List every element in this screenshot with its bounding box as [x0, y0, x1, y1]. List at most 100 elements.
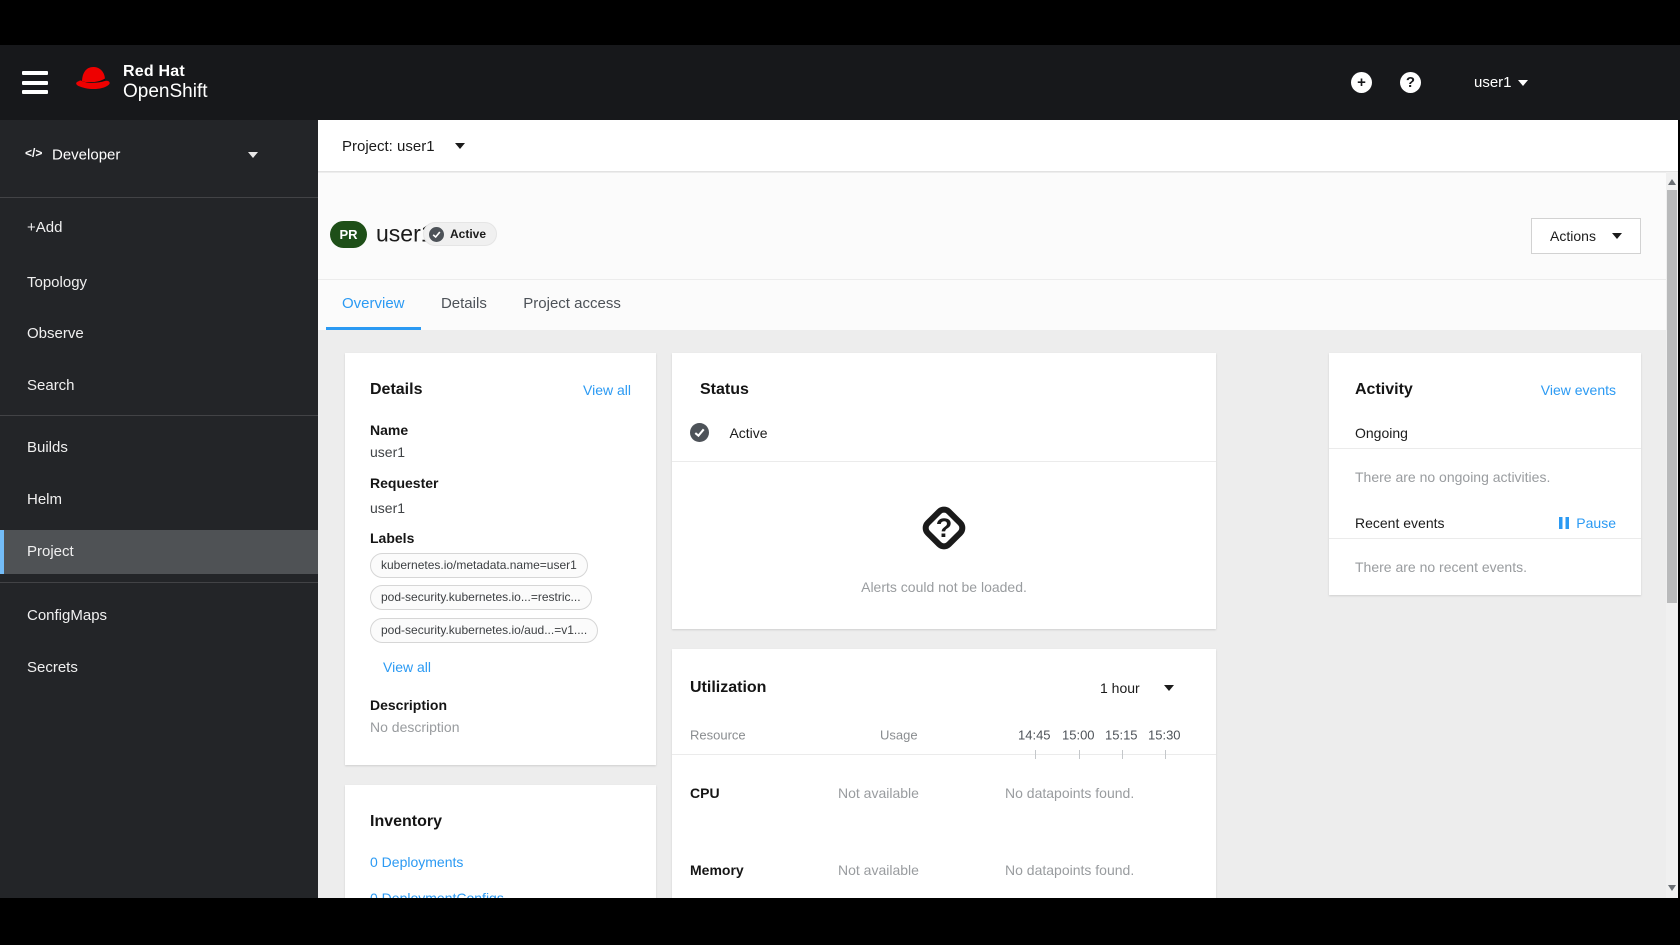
project-selector-dropdown[interactable]: Project: user1	[342, 120, 465, 172]
labels-view-all-link[interactable]: View all	[383, 659, 431, 675]
ongoing-section-label: Ongoing	[1355, 425, 1408, 441]
sidebar-divider	[0, 582, 318, 583]
brand-logo: Red Hat OpenShift	[73, 63, 208, 102]
scroll-down-arrow-icon[interactable]	[1668, 885, 1676, 891]
card-divider	[672, 461, 1216, 462]
utilization-row-usage: Not available	[838, 862, 919, 878]
brand-line2: OpenShift	[123, 81, 208, 102]
pause-icon	[1559, 517, 1570, 529]
duration-dropdown[interactable]: 1 hour	[1100, 680, 1174, 696]
inventory-card: Inventory 0 Deployments 0 DeploymentConf…	[345, 785, 656, 898]
scroll-up-arrow-icon[interactable]	[1668, 179, 1676, 185]
sidebar-divider	[0, 415, 318, 416]
utilization-row-usage: Not available	[838, 785, 919, 801]
details-card: Details View all Name user1 Requester us…	[345, 353, 656, 765]
pause-button-label: Pause	[1576, 515, 1616, 531]
requester-field-label: Requester	[370, 475, 439, 491]
check-circle-icon	[690, 423, 709, 442]
time-tick-label: 15:00	[1062, 727, 1095, 743]
scrollbar-thumb[interactable]	[1667, 190, 1677, 603]
perspective-switcher[interactable]: </> Developer	[0, 135, 318, 175]
card-divider	[1329, 448, 1641, 449]
sidebar-item-configmaps[interactable]: ConfigMaps	[0, 595, 318, 637]
user-menu-label: user1	[1474, 74, 1512, 91]
page-header: PR user1 Active Actions	[318, 173, 1678, 279]
utilization-card-title: Utilization	[690, 679, 767, 696]
chevron-down-icon	[1163, 685, 1174, 691]
project-selector-label: Project: user1	[342, 137, 435, 155]
axis-line	[672, 754, 1216, 755]
user-menu-dropdown[interactable]: user1	[1474, 45, 1528, 120]
activity-card: Activity View events Ongoing There are n…	[1329, 353, 1641, 595]
help-question-circle-icon[interactable]: ?	[1400, 72, 1421, 93]
brand-line1: Red Hat	[123, 63, 185, 80]
sidebar-nav: </> Developer +Add Topology Observe Sear…	[0, 120, 318, 898]
label-chip: kubernetes.io/metadata.name=user1	[370, 553, 588, 578]
code-brackets-icon: </>	[25, 146, 43, 160]
inventory-deploymentconfigs-link[interactable]: 0 DeploymentConfigs	[370, 890, 504, 898]
axis-tick	[1035, 750, 1036, 759]
status-badge: Active	[423, 222, 498, 246]
utilization-row-data: No datapoints found.	[1005, 862, 1135, 878]
duration-value: 1 hour	[1100, 680, 1140, 696]
chevron-down-icon	[1611, 233, 1622, 239]
pause-events-button[interactable]: Pause	[1559, 515, 1616, 531]
sidebar-divider	[0, 197, 318, 198]
alerts-empty-message: Alerts could not be loaded.	[861, 579, 1027, 595]
chevron-down-icon	[454, 143, 465, 149]
usage-column-header: Usage	[880, 727, 918, 743]
recent-events-section-label: Recent events	[1355, 515, 1445, 531]
check-circle-icon	[429, 226, 444, 242]
utilization-row-resource: CPU	[690, 785, 720, 801]
scrollbar[interactable]	[1666, 172, 1678, 898]
time-tick-label: 15:30	[1148, 727, 1181, 743]
time-tick-label: 14:45	[1018, 727, 1051, 743]
tab-project-access[interactable]: Project access	[507, 280, 637, 330]
status-badge-label: Active	[450, 227, 487, 241]
labels-field-label: Labels	[370, 530, 415, 546]
sidebar-item-topology[interactable]: Topology	[0, 262, 318, 304]
resource-column-header: Resource	[690, 727, 746, 743]
actions-button-label: Actions	[1550, 228, 1596, 244]
actions-button[interactable]: Actions	[1531, 218, 1641, 254]
sidebar-item-secrets[interactable]: Secrets	[0, 647, 318, 689]
sidebar-item-project[interactable]: Project	[0, 530, 318, 574]
sidebar-item-add[interactable]: +Add	[0, 207, 318, 249]
status-value: Active	[729, 425, 768, 441]
chevron-down-icon	[1517, 79, 1528, 86]
perspective-label: Developer	[52, 146, 121, 164]
axis-tick	[1122, 750, 1123, 759]
inventory-deployments-link[interactable]: 0 Deployments	[370, 854, 463, 870]
sidebar-item-helm[interactable]: Helm	[0, 479, 318, 521]
main-content: Project: user1 PR user1 Active Actions O…	[318, 120, 1678, 898]
chevron-down-icon	[248, 152, 258, 158]
inventory-card-title: Inventory	[370, 813, 443, 830]
tab-overview[interactable]: Overview	[326, 280, 421, 330]
tab-details[interactable]: Details	[425, 280, 503, 330]
tabs: Overview Details Project access	[318, 279, 1678, 330]
status-card: Status Active ? Alerts could not be load…	[672, 353, 1216, 629]
name-field-value: user1	[370, 444, 406, 460]
details-view-all-link[interactable]: View all	[583, 382, 631, 398]
description-field-label: Description	[370, 697, 448, 713]
label-chip: pod-security.kubernetes.io/aud...=v1....	[370, 618, 599, 643]
details-card-title: Details	[370, 381, 423, 398]
axis-tick	[1165, 750, 1166, 759]
masthead: Red Hat OpenShift + ? user1	[0, 45, 1680, 120]
axis-tick	[1079, 750, 1080, 759]
status-card-title: Status	[700, 381, 749, 398]
sidebar-item-builds[interactable]: Builds	[0, 427, 318, 469]
card-divider	[1329, 538, 1641, 539]
sidebar-item-observe[interactable]: Observe	[0, 313, 318, 355]
time-tick-label: 15:15	[1105, 727, 1138, 743]
hamburger-menu-icon[interactable]	[22, 71, 48, 94]
unknown-question-diamond-icon: ?	[912, 496, 976, 560]
sidebar-item-search[interactable]: Search	[0, 365, 318, 407]
description-field-value: No description	[370, 719, 460, 735]
utilization-row-resource: Memory	[690, 862, 744, 878]
view-events-link[interactable]: View events	[1541, 382, 1616, 398]
name-field-label: Name	[370, 422, 409, 438]
utilization-card: Utilization 1 hour Resource Usage 14:45 …	[672, 649, 1216, 898]
red-hat-fedora-icon	[73, 63, 115, 102]
add-plus-circle-icon[interactable]: +	[1351, 72, 1372, 93]
